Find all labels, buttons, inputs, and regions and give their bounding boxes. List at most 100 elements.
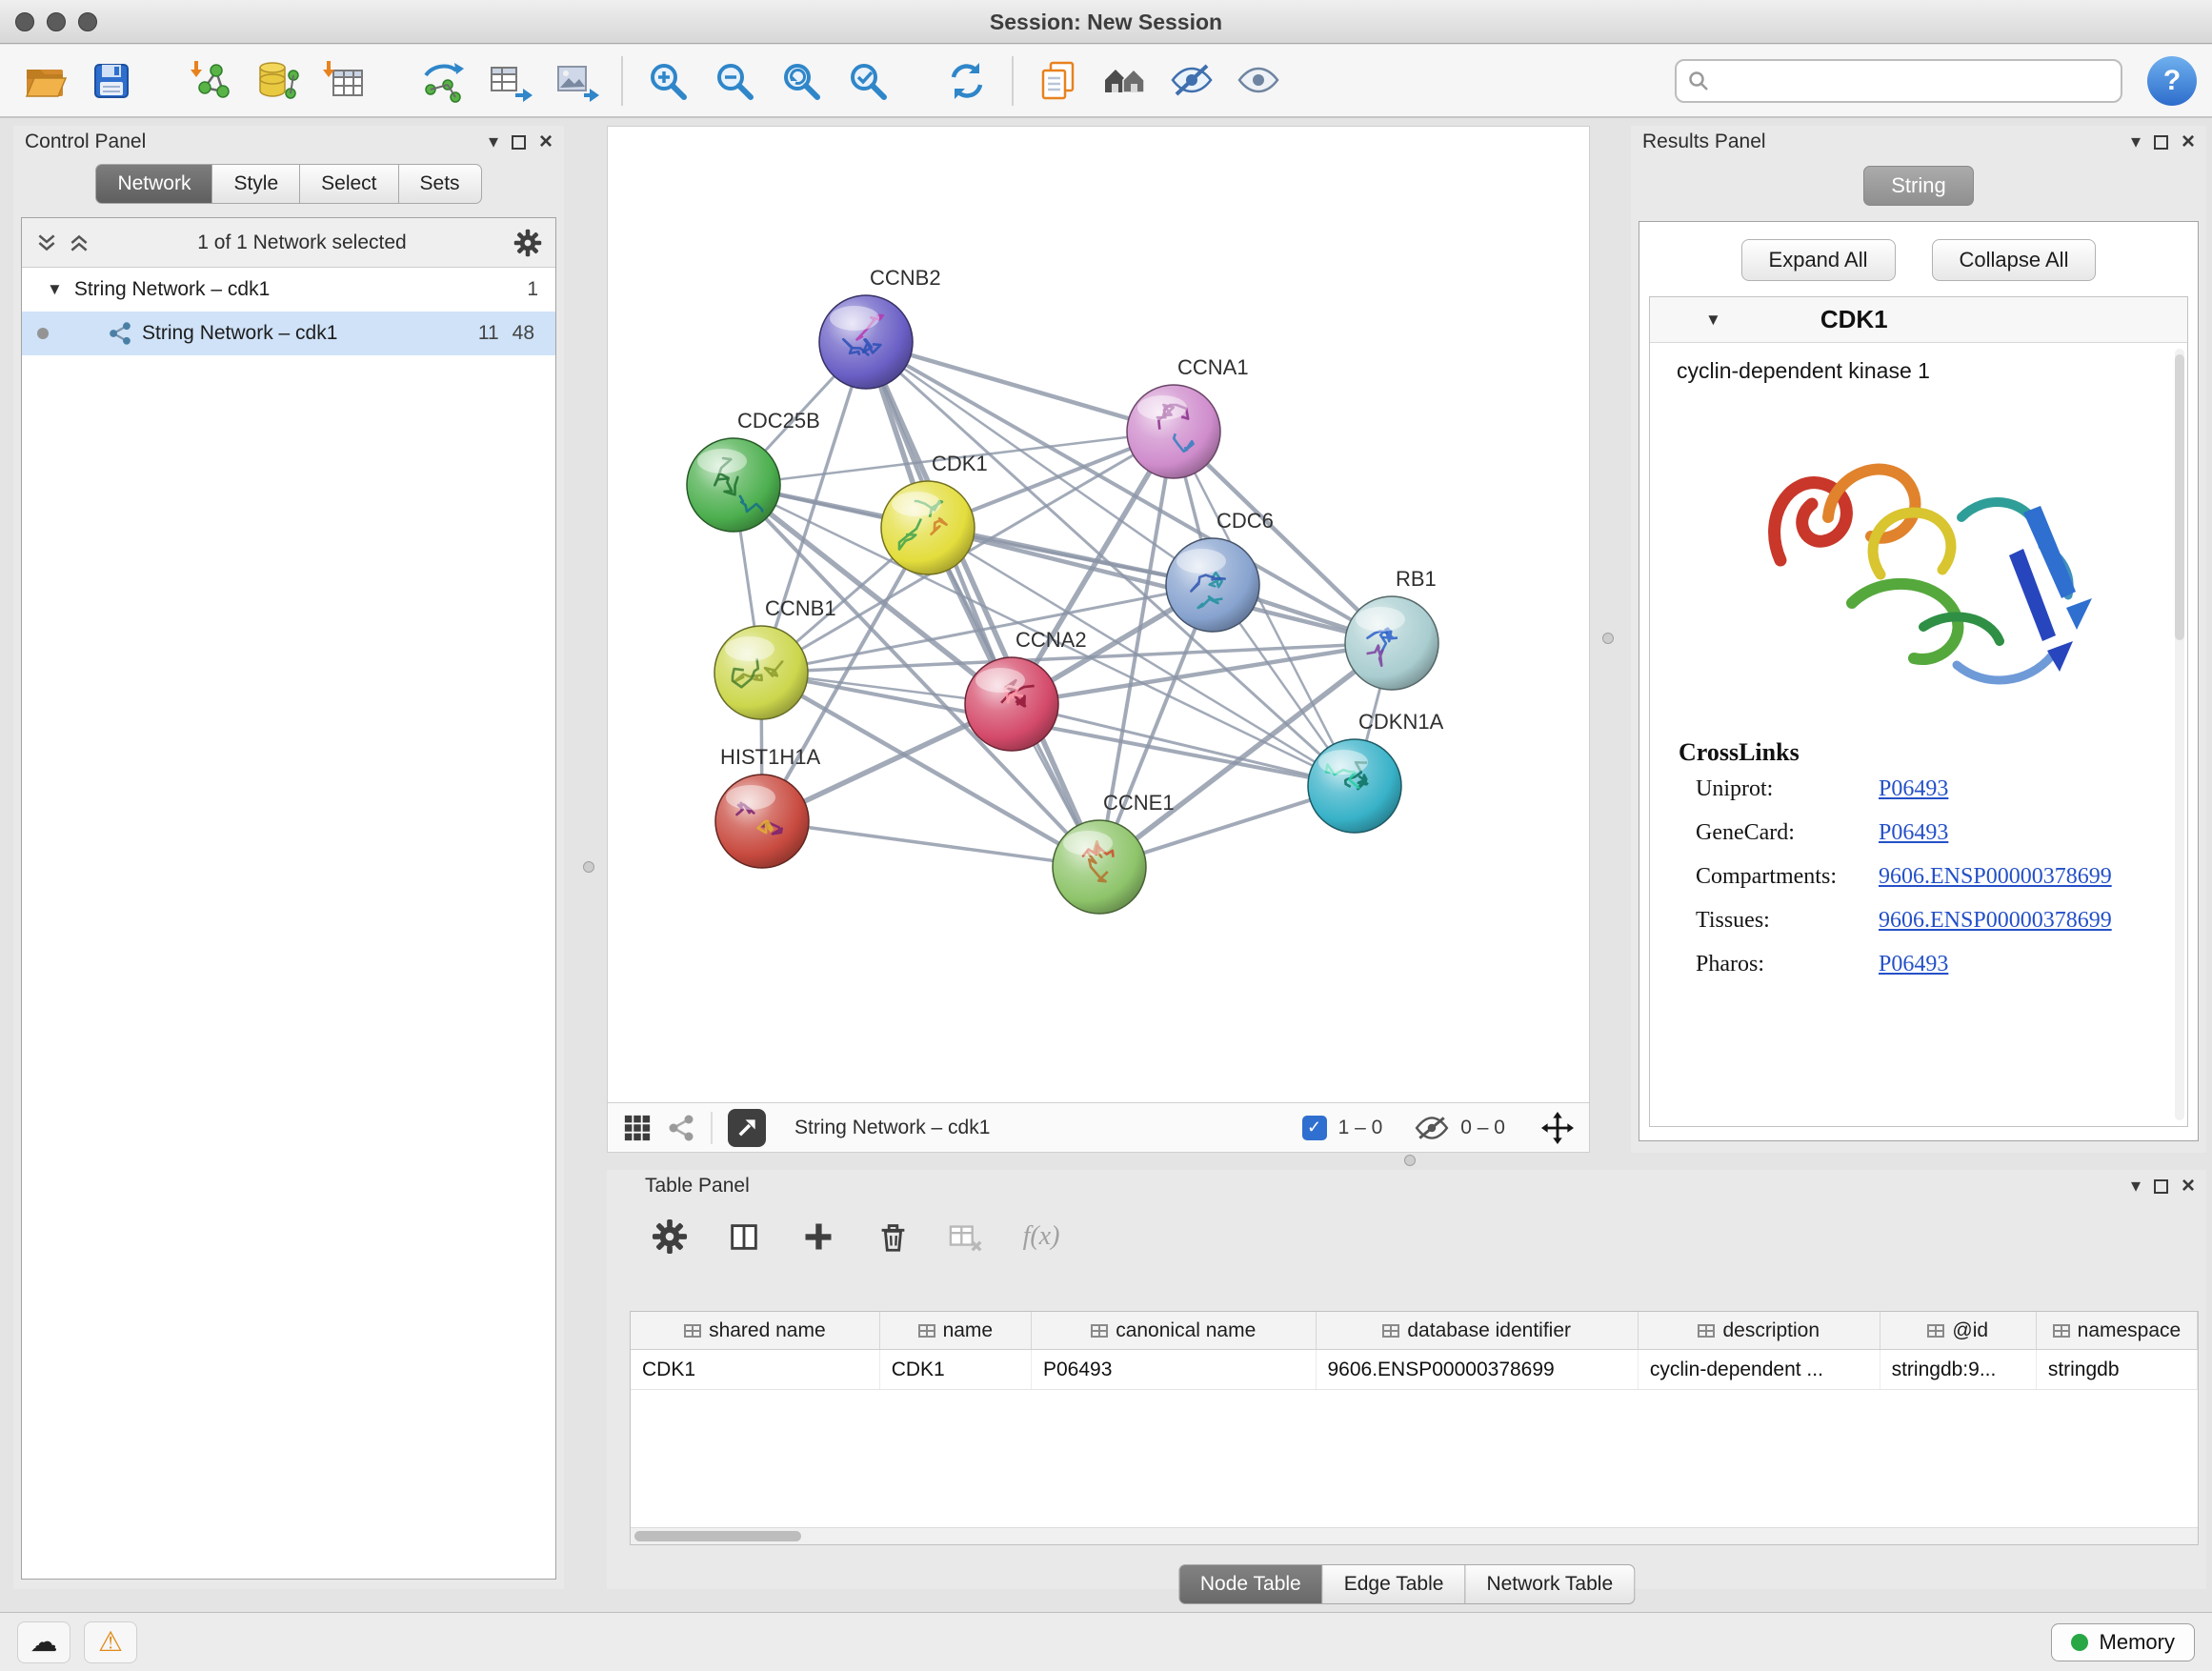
pan-crosshair-icon[interactable] [1541,1112,1574,1144]
grid-view-icon[interactable] [623,1114,652,1142]
clone-network-button[interactable] [413,52,473,110]
collapse-all-button[interactable]: Collapse All [1932,239,2097,281]
tab-network-table[interactable]: Network Table [1465,1564,1635,1604]
tab-network[interactable]: Network [95,164,212,204]
function-builder-button[interactable]: f(x) [1020,1216,1062,1258]
crosslink-value[interactable]: 9606.ENSP00000378699 [1879,908,2112,934]
import-network-file-button[interactable] [181,52,240,110]
selected-checkbox-icon[interactable]: ✓ [1302,1116,1327,1140]
workspace: Control Panel ▾ × Network Style Select S… [0,118,2212,1612]
column-type-icon [1927,1324,1944,1338]
add-column-button[interactable] [797,1216,839,1258]
network-row[interactable]: String Network – cdk1 11 48 [22,312,555,355]
refresh-view-button[interactable] [937,52,996,110]
save-session-button[interactable] [82,52,141,110]
expand-all-icon[interactable] [68,232,90,253]
node-label: CCNA1 [1177,355,1249,379]
float-panel-icon[interactable] [512,135,526,150]
splitter-handle[interactable] [1404,1155,1416,1166]
close-panel-icon[interactable]: × [539,131,553,153]
hide-selected-button[interactable] [1162,52,1221,110]
show-all-button[interactable] [1229,52,1288,110]
network-collection-row[interactable]: ▼ String Network – cdk1 1 [22,268,555,312]
zoom-in-button[interactable] [638,52,697,110]
gear-icon[interactable] [513,229,542,257]
close-panel-icon[interactable]: × [2182,1175,2195,1198]
tab-style[interactable]: Style [212,164,300,204]
warning-icon: ⚠ [98,1625,123,1659]
first-neighbors-button[interactable] [1096,52,1155,110]
panel-menu-icon[interactable]: ▾ [2131,1177,2141,1196]
crosslink-value[interactable]: P06493 [1879,776,1948,802]
crosslink-value[interactable]: 9606.ENSP00000378699 [1879,864,2112,890]
export-image-button[interactable] [547,52,606,110]
hidden-eye-slash-icon[interactable] [1415,1116,1449,1140]
zoom-fit-button[interactable] [772,52,831,110]
tab-select[interactable]: Select [300,164,398,204]
close-button[interactable] [15,12,34,31]
documents-icon [1036,58,1081,104]
network-node-CCNB1[interactable]: CCNB1 [714,596,836,719]
node-label: CDC6 [1217,509,1274,533]
network-view-icon[interactable] [667,1114,695,1142]
memory-button[interactable]: Memory [2051,1623,2195,1661]
zoom-out-button[interactable] [705,52,764,110]
splitter-handle[interactable] [583,861,594,873]
section-collapse-icon[interactable]: ▼ [1705,311,1721,330]
cloud-status-button[interactable]: ☁ [17,1621,70,1663]
minimize-button[interactable] [47,12,66,31]
crosslink-value[interactable]: P06493 [1879,952,1948,977]
crosslink-value[interactable]: P06493 [1879,820,1948,846]
scrollbar-thumb[interactable] [634,1531,801,1541]
zoom-window-button[interactable] [78,12,97,31]
panel-menu-icon[interactable]: ▾ [489,132,498,151]
edge-count: 48 [513,322,555,345]
network-selection-status: 1 of 1 Network selected [90,232,513,254]
close-panel-icon[interactable]: × [2182,131,2195,153]
panel-menu-icon[interactable]: ▾ [2131,132,2141,151]
new-network-from-selection-button[interactable] [1029,52,1088,110]
tab-string[interactable]: String [1863,166,1973,206]
tab-sets[interactable]: Sets [399,164,482,204]
tab-node-table[interactable]: Node Table [1178,1564,1323,1604]
delete-table-button[interactable] [946,1216,988,1258]
table-settings-button[interactable] [649,1216,691,1258]
column-header: @id [1880,1312,2037,1349]
horizontal-scrollbar[interactable] [631,1527,2198,1544]
warnings-button[interactable]: ⚠ [84,1621,137,1663]
export-table-button[interactable] [480,52,539,110]
delete-column-button[interactable] [872,1216,914,1258]
plus-icon [801,1219,835,1254]
open-session-button[interactable] [15,52,74,110]
node-label: HIST1H1A [720,745,820,769]
collapse-all-icon[interactable] [35,232,58,253]
tab-edge-table[interactable]: Edge Table [1323,1564,1466,1604]
network-node-CDC25B[interactable]: CDC25B [687,409,820,532]
splitter-handle[interactable] [1602,633,1614,644]
crosslink-label: Compartments: [1696,864,1879,890]
float-panel-icon[interactable] [2154,135,2168,150]
network-canvas[interactable]: CCNB2CCNA1CDC25BCDK1CDC6RB1CCNB1CCNA2CDK… [607,126,1590,1103]
network-node-HIST1H1A[interactable]: HIST1H1A [715,745,820,868]
network-node-CDC6[interactable]: CDC6 [1166,509,1274,632]
gear-icon [652,1218,688,1255]
search-input[interactable] [1717,70,2109,92]
tree-expand-icon[interactable]: ▼ [47,280,63,299]
show-columns-button[interactable] [723,1216,765,1258]
results-scrollbar-thumb[interactable] [2175,354,2184,640]
float-panel-icon[interactable] [2154,1179,2168,1194]
network-node-CDKN1A[interactable]: CDKN1A [1308,710,1444,833]
network-node-CCNA1[interactable]: CCNA1 [1127,355,1249,478]
network-view: CCNB2CCNA1CDC25BCDK1CDC6RB1CCNB1CCNA2CDK… [607,126,1590,1153]
network-node-RB1[interactable]: RB1 [1345,567,1438,690]
search-box [1675,59,2122,103]
import-network-database-button[interactable] [248,52,307,110]
import-table-button[interactable] [314,52,373,110]
table-row[interactable]: CDK1 CDK1 P06493 9606.ENSP00000378699 cy… [631,1350,2198,1390]
network-node-CDK1[interactable]: CDK1 [881,452,988,574]
help-button[interactable]: ? [2147,56,2197,106]
network-node-CCNB2[interactable]: CCNB2 [819,266,941,389]
expand-all-button[interactable]: Expand All [1741,239,1896,281]
birdseye-view-button[interactable] [728,1109,766,1147]
zoom-selected-button[interactable] [838,52,897,110]
